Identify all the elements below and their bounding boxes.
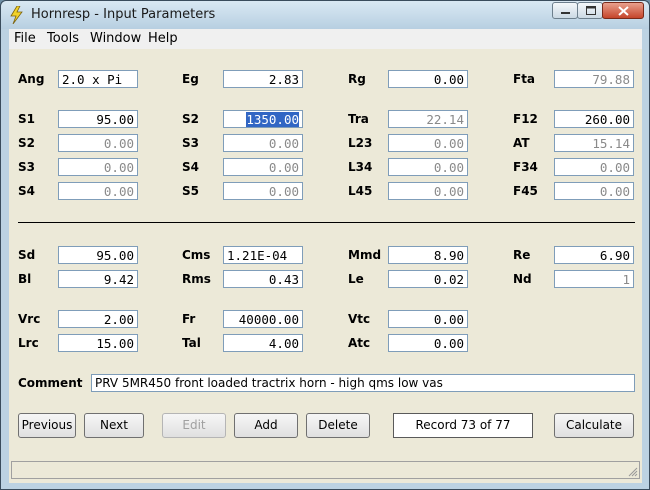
field-s5[interactable]: 0.00: [223, 182, 303, 200]
field-tal[interactable]: 4.00: [223, 334, 303, 352]
field-rg[interactable]: 0.00: [388, 70, 468, 88]
window-title: Hornresp - Input Parameters: [31, 7, 216, 22]
menu-bar: File Tools Window Help: [9, 29, 642, 49]
label-l34: L34: [348, 160, 373, 174]
label-s4: S4: [182, 160, 199, 174]
label-nd: Nd: [513, 272, 532, 286]
field-at: 15.14: [554, 134, 634, 152]
maximize-button[interactable]: [577, 2, 603, 19]
label-s3-row4: S3: [18, 160, 35, 174]
field-s3-row4: 0.00: [58, 158, 138, 176]
edit-button: Edit: [162, 413, 226, 438]
comment-field[interactable]: PRV 5MR450 front loaded tractrix horn - …: [91, 374, 635, 392]
field-le[interactable]: 0.02: [388, 270, 468, 288]
field-s4-row5: 0.00: [58, 182, 138, 200]
label-s1: S1: [18, 112, 35, 126]
menu-tools[interactable]: Tools: [47, 31, 79, 46]
label-f34: F34: [513, 160, 538, 174]
menu-file[interactable]: File: [14, 31, 36, 46]
label-l45: L45: [348, 184, 373, 198]
label-rms: Rms: [182, 272, 211, 286]
label-ang: Ang: [18, 72, 45, 86]
label-at: AT: [513, 136, 530, 150]
field-re[interactable]: 6.90: [554, 246, 634, 264]
field-sd[interactable]: 95.00: [58, 246, 138, 264]
field-fr[interactable]: 40000.00: [223, 310, 303, 328]
label-tal: Tal: [182, 336, 201, 350]
label-f12: F12: [513, 112, 538, 126]
label-lrc: Lrc: [18, 336, 39, 350]
field-nd[interactable]: 1: [554, 270, 634, 288]
field-s4[interactable]: 0.00: [223, 158, 303, 176]
label-re: Re: [513, 248, 531, 262]
field-vrc[interactable]: 2.00: [58, 310, 138, 328]
close-icon: [618, 6, 629, 16]
field-f45[interactable]: 0.00: [554, 182, 634, 200]
label-s2-row3: S2: [18, 136, 35, 150]
close-button[interactable]: [602, 2, 644, 19]
field-lrc[interactable]: 15.00: [58, 334, 138, 352]
field-mmd[interactable]: 8.90: [388, 246, 468, 264]
previous-button[interactable]: Previous: [18, 413, 76, 438]
calculate-button[interactable]: Calculate: [554, 413, 634, 438]
label-le: Le: [348, 272, 364, 286]
label-cms: Cms: [182, 248, 211, 262]
label-bl: Bl: [18, 272, 32, 286]
field-atc[interactable]: 0.00: [388, 334, 468, 352]
field-tra: 22.14: [388, 110, 468, 128]
field-rms[interactable]: 0.43: [223, 270, 303, 288]
field-s2[interactable]: 1350.00: [223, 110, 303, 128]
label-s3: S3: [182, 136, 199, 150]
field-bl[interactable]: 9.42: [58, 270, 138, 288]
field-ang[interactable]: 2.0 x Pi: [58, 70, 138, 88]
add-button[interactable]: Add: [234, 413, 298, 438]
field-f34[interactable]: 0.00: [554, 158, 634, 176]
record-indicator: Record 73 of 77: [393, 413, 533, 438]
label-vrc: Vrc: [18, 312, 41, 326]
input-parameters-panel: Ang 2.0 x Pi Eg 2.83 Rg 0.00 Fta 79.88 S…: [9, 49, 642, 483]
label-eg: Eg: [182, 72, 199, 86]
label-tra: Tra: [348, 112, 369, 126]
label-comment: Comment: [18, 376, 83, 390]
minimize-button[interactable]: [552, 2, 578, 19]
menu-window[interactable]: Window: [90, 31, 141, 46]
field-fta: 79.88: [554, 70, 634, 88]
label-s5: S5: [182, 184, 199, 198]
field-s3[interactable]: 0.00: [223, 134, 303, 152]
field-vtc[interactable]: 0.00: [388, 310, 468, 328]
lightning-icon: [10, 6, 23, 24]
maximize-icon: [586, 6, 596, 15]
field-f12[interactable]: 260.00: [554, 110, 634, 128]
field-eg[interactable]: 2.83: [223, 70, 303, 88]
label-f45: F45: [513, 184, 538, 198]
app-window: Hornresp - Input Parameters File Tools W…: [0, 0, 650, 490]
label-s4-row5: S4: [18, 184, 35, 198]
field-s1[interactable]: 95.00: [58, 110, 138, 128]
divider: [18, 222, 635, 223]
field-l45[interactable]: 0.00: [388, 182, 468, 200]
label-vtc: Vtc: [348, 312, 371, 326]
label-s2: S2: [182, 112, 199, 126]
field-cms[interactable]: 1.21E-04: [223, 246, 303, 264]
selected-text: 1350.00: [246, 112, 299, 127]
title-bar[interactable]: Hornresp - Input Parameters: [1, 1, 649, 29]
resize-grip-icon[interactable]: [626, 465, 638, 477]
status-bar: [11, 461, 640, 479]
field-s2-row3: 0.00: [58, 134, 138, 152]
label-fr: Fr: [182, 312, 196, 326]
field-l34[interactable]: 0.00: [388, 158, 468, 176]
label-atc: Atc: [348, 336, 371, 350]
next-button[interactable]: Next: [84, 413, 144, 438]
minimize-icon: [561, 12, 570, 14]
delete-button[interactable]: Delete: [306, 413, 370, 438]
label-rg: Rg: [348, 72, 366, 86]
label-sd: Sd: [18, 248, 36, 262]
field-l23[interactable]: 0.00: [388, 134, 468, 152]
label-mmd: Mmd: [348, 248, 382, 262]
label-l23: L23: [348, 136, 373, 150]
label-fta: Fta: [513, 72, 536, 86]
menu-help[interactable]: Help: [148, 31, 178, 46]
